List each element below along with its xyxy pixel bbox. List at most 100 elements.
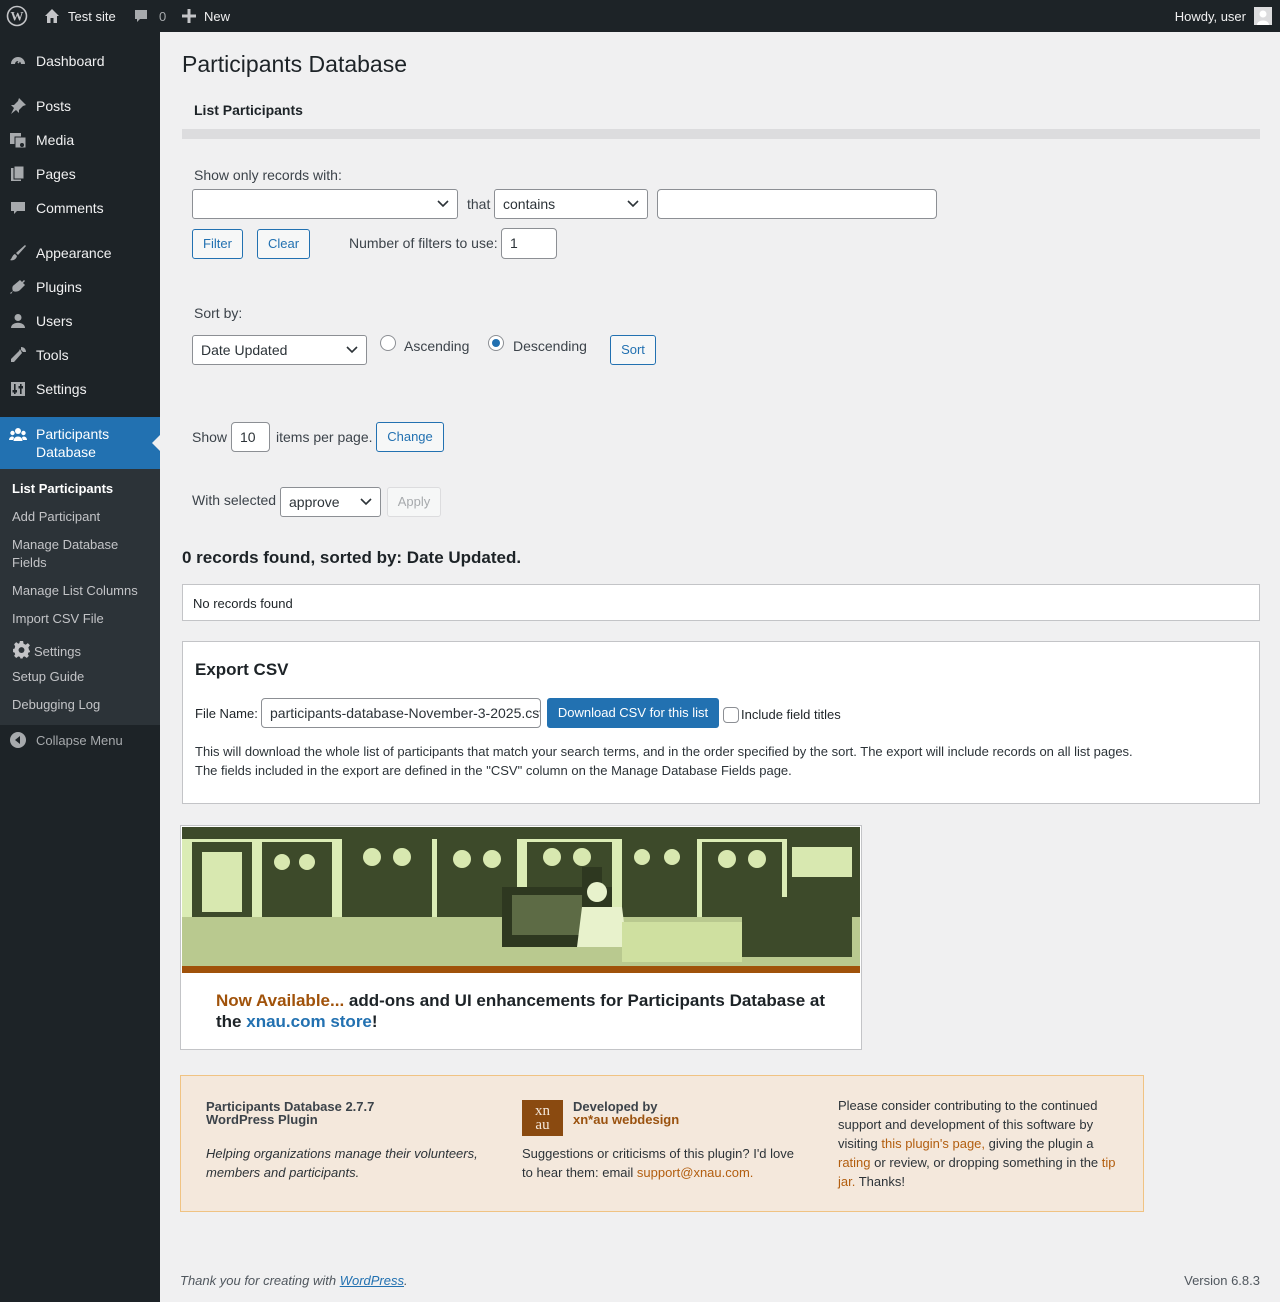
filter-label: Show only records with: — [194, 167, 342, 183]
sort-button[interactable]: Sort — [610, 335, 656, 365]
chevron-down-icon — [360, 498, 372, 506]
plugin-info-panel: Participants Database 2.7.7 WordPress Pl… — [180, 1075, 1144, 1212]
pages-icon — [9, 165, 27, 183]
sidebar-item-media[interactable]: Media — [0, 123, 160, 157]
with-selected-label: With selected — [192, 492, 277, 508]
sidebar-item-tools[interactable]: Tools — [0, 338, 160, 372]
change-button[interactable]: Change — [376, 422, 444, 452]
sidebar-item-plugins[interactable]: Plugins — [0, 270, 160, 304]
descending-label: Descending — [513, 338, 587, 354]
ascending-label: Ascending — [404, 338, 470, 354]
export-description: This will download the whole list of par… — [195, 744, 1133, 778]
sidebar-item-dashboard[interactable]: Dashboard — [0, 44, 160, 78]
submenu-settings[interactable]: Settings — [12, 640, 81, 664]
sort-field-select[interactable]: Date Updated — [192, 335, 367, 365]
store-link[interactable]: xnau.com store — [246, 1012, 372, 1031]
sidebar-item-label: Pages — [36, 166, 76, 182]
avatar — [1254, 7, 1272, 25]
file-name-input[interactable]: participants-database-November-3-2025.cs… — [261, 698, 541, 728]
filter-field-select[interactable] — [192, 189, 458, 219]
collapse-menu-label: Collapse Menu — [36, 732, 123, 748]
submenu-manage-list-columns[interactable]: Manage List Columns — [12, 582, 138, 600]
sliders-icon — [9, 380, 27, 398]
greeting: Howdy, user — [1174, 8, 1246, 24]
sort-label: Sort by: — [194, 305, 243, 321]
submenu-setup-guide[interactable]: Setup Guide — [12, 668, 84, 686]
sidebar-item-label: Users — [36, 313, 73, 329]
sidebar-item-label: Tools — [36, 347, 69, 363]
download-csv-button[interactable]: Download CSV for this list — [547, 698, 719, 728]
records-heading: 0 records found, sorted by: Date Updated… — [182, 548, 522, 567]
clear-button[interactable]: Clear — [257, 229, 310, 259]
include-titles-checkbox[interactable] — [723, 707, 739, 723]
sidebar-item-posts[interactable]: Posts — [0, 89, 160, 123]
filter-button[interactable]: Filter — [192, 229, 243, 259]
rating-link[interactable]: rating — [838, 1155, 871, 1170]
bulk-action-select[interactable]: approve — [280, 487, 381, 517]
user-icon — [9, 312, 27, 330]
descending-radio[interactable] — [488, 335, 504, 351]
sidebar-item-appearance[interactable]: Appearance — [0, 236, 160, 270]
submenu-list-participants[interactable]: List Participants — [12, 480, 113, 498]
comments-link[interactable]: 0 — [133, 0, 166, 32]
plugin-icon — [9, 278, 27, 296]
collapse-menu-button[interactable]: Collapse Menu — [0, 723, 160, 757]
admin-sidebar: Dashboard Posts Media Pages Comments App… — [0, 32, 160, 1302]
chevron-down-icon — [627, 200, 639, 208]
account-menu[interactable]: Howdy, user — [1175, 0, 1272, 32]
wordpress-logo-icon[interactable]: W — [6, 0, 28, 32]
sidebar-item-users[interactable]: Users — [0, 304, 160, 338]
home-icon — [44, 8, 60, 24]
comment-bubble-icon — [133, 8, 149, 24]
section-title: List Participants — [194, 102, 303, 118]
include-titles-label: Include field titles — [741, 707, 841, 722]
plugin-page-link[interactable]: this plugin's page, — [881, 1136, 985, 1151]
developed-by: Developed by xn*au webdesign — [573, 1099, 680, 1127]
submenu-add-participant[interactable]: Add Participant — [12, 508, 100, 526]
chevron-down-icon — [346, 346, 358, 354]
items-per-page-label: items per page. — [276, 429, 373, 445]
wrench-icon — [9, 346, 27, 364]
num-filters-label: Number of filters to use: — [349, 235, 498, 251]
sidebar-item-label: Participants Database — [36, 426, 110, 460]
export-title: Export CSV — [195, 660, 289, 679]
ascending-radio[interactable] — [380, 335, 396, 351]
dashboard-icon — [9, 52, 27, 70]
pin-icon — [9, 97, 27, 115]
submenu-import-csv[interactable]: Import CSV File — [12, 610, 104, 628]
sidebar-item-settings[interactable]: Settings — [0, 372, 160, 406]
page-title: Participants Database — [182, 51, 408, 77]
submenu-debugging-log[interactable]: Debugging Log — [12, 696, 100, 714]
sidebar-item-label: Comments — [36, 200, 104, 216]
no-records-text: No records found — [193, 596, 293, 611]
apply-button[interactable]: Apply — [387, 487, 441, 517]
per-page-input[interactable]: 10 — [231, 422, 270, 452]
sidebar-item-label: Appearance — [36, 245, 112, 261]
collapse-arrow-icon — [9, 731, 27, 749]
new-content-link[interactable]: New — [182, 0, 230, 32]
filter-operator-select[interactable]: contains — [494, 189, 648, 219]
filter-term-input[interactable] — [657, 189, 937, 219]
xnau-logo: xn au — [522, 1100, 563, 1136]
addons-promo[interactable]: Now Available... add-ons and UI enhancem… — [180, 825, 862, 1050]
support-email-link[interactable]: support@xnau.com. — [637, 1165, 754, 1180]
current-menu-arrow — [152, 435, 160, 451]
chevron-down-icon — [437, 200, 449, 208]
show-label: Show — [192, 429, 228, 445]
sidebar-item-label: Media — [36, 132, 75, 148]
num-filters-input[interactable]: 1 — [501, 228, 557, 259]
site-name-link[interactable]: Test site — [44, 0, 116, 32]
submenu-manage-database-fields[interactable]: Manage Database Fields — [12, 536, 118, 572]
contribute-text: Please consider contributing to the cont… — [838, 1098, 1116, 1189]
wordpress-link[interactable]: WordPress — [340, 1273, 404, 1288]
groups-icon — [9, 426, 27, 447]
plugin-name: Participants Database 2.7.7 WordPress Pl… — [206, 1099, 375, 1127]
plugin-tagline: Helping organizations manage their volun… — [206, 1146, 478, 1180]
comment-icon — [9, 199, 27, 217]
footer-version: Version 6.8.3 — [1184, 1273, 1260, 1288]
admin-bar: W Test site 0 New Howdy, user — [0, 0, 1280, 32]
sidebar-item-participants-database[interactable]: Participants Database — [0, 417, 160, 469]
sidebar-item-comments[interactable]: Comments — [0, 191, 160, 225]
sidebar-item-pages[interactable]: Pages — [0, 157, 160, 191]
sidebar-item-label: Posts — [36, 98, 72, 114]
